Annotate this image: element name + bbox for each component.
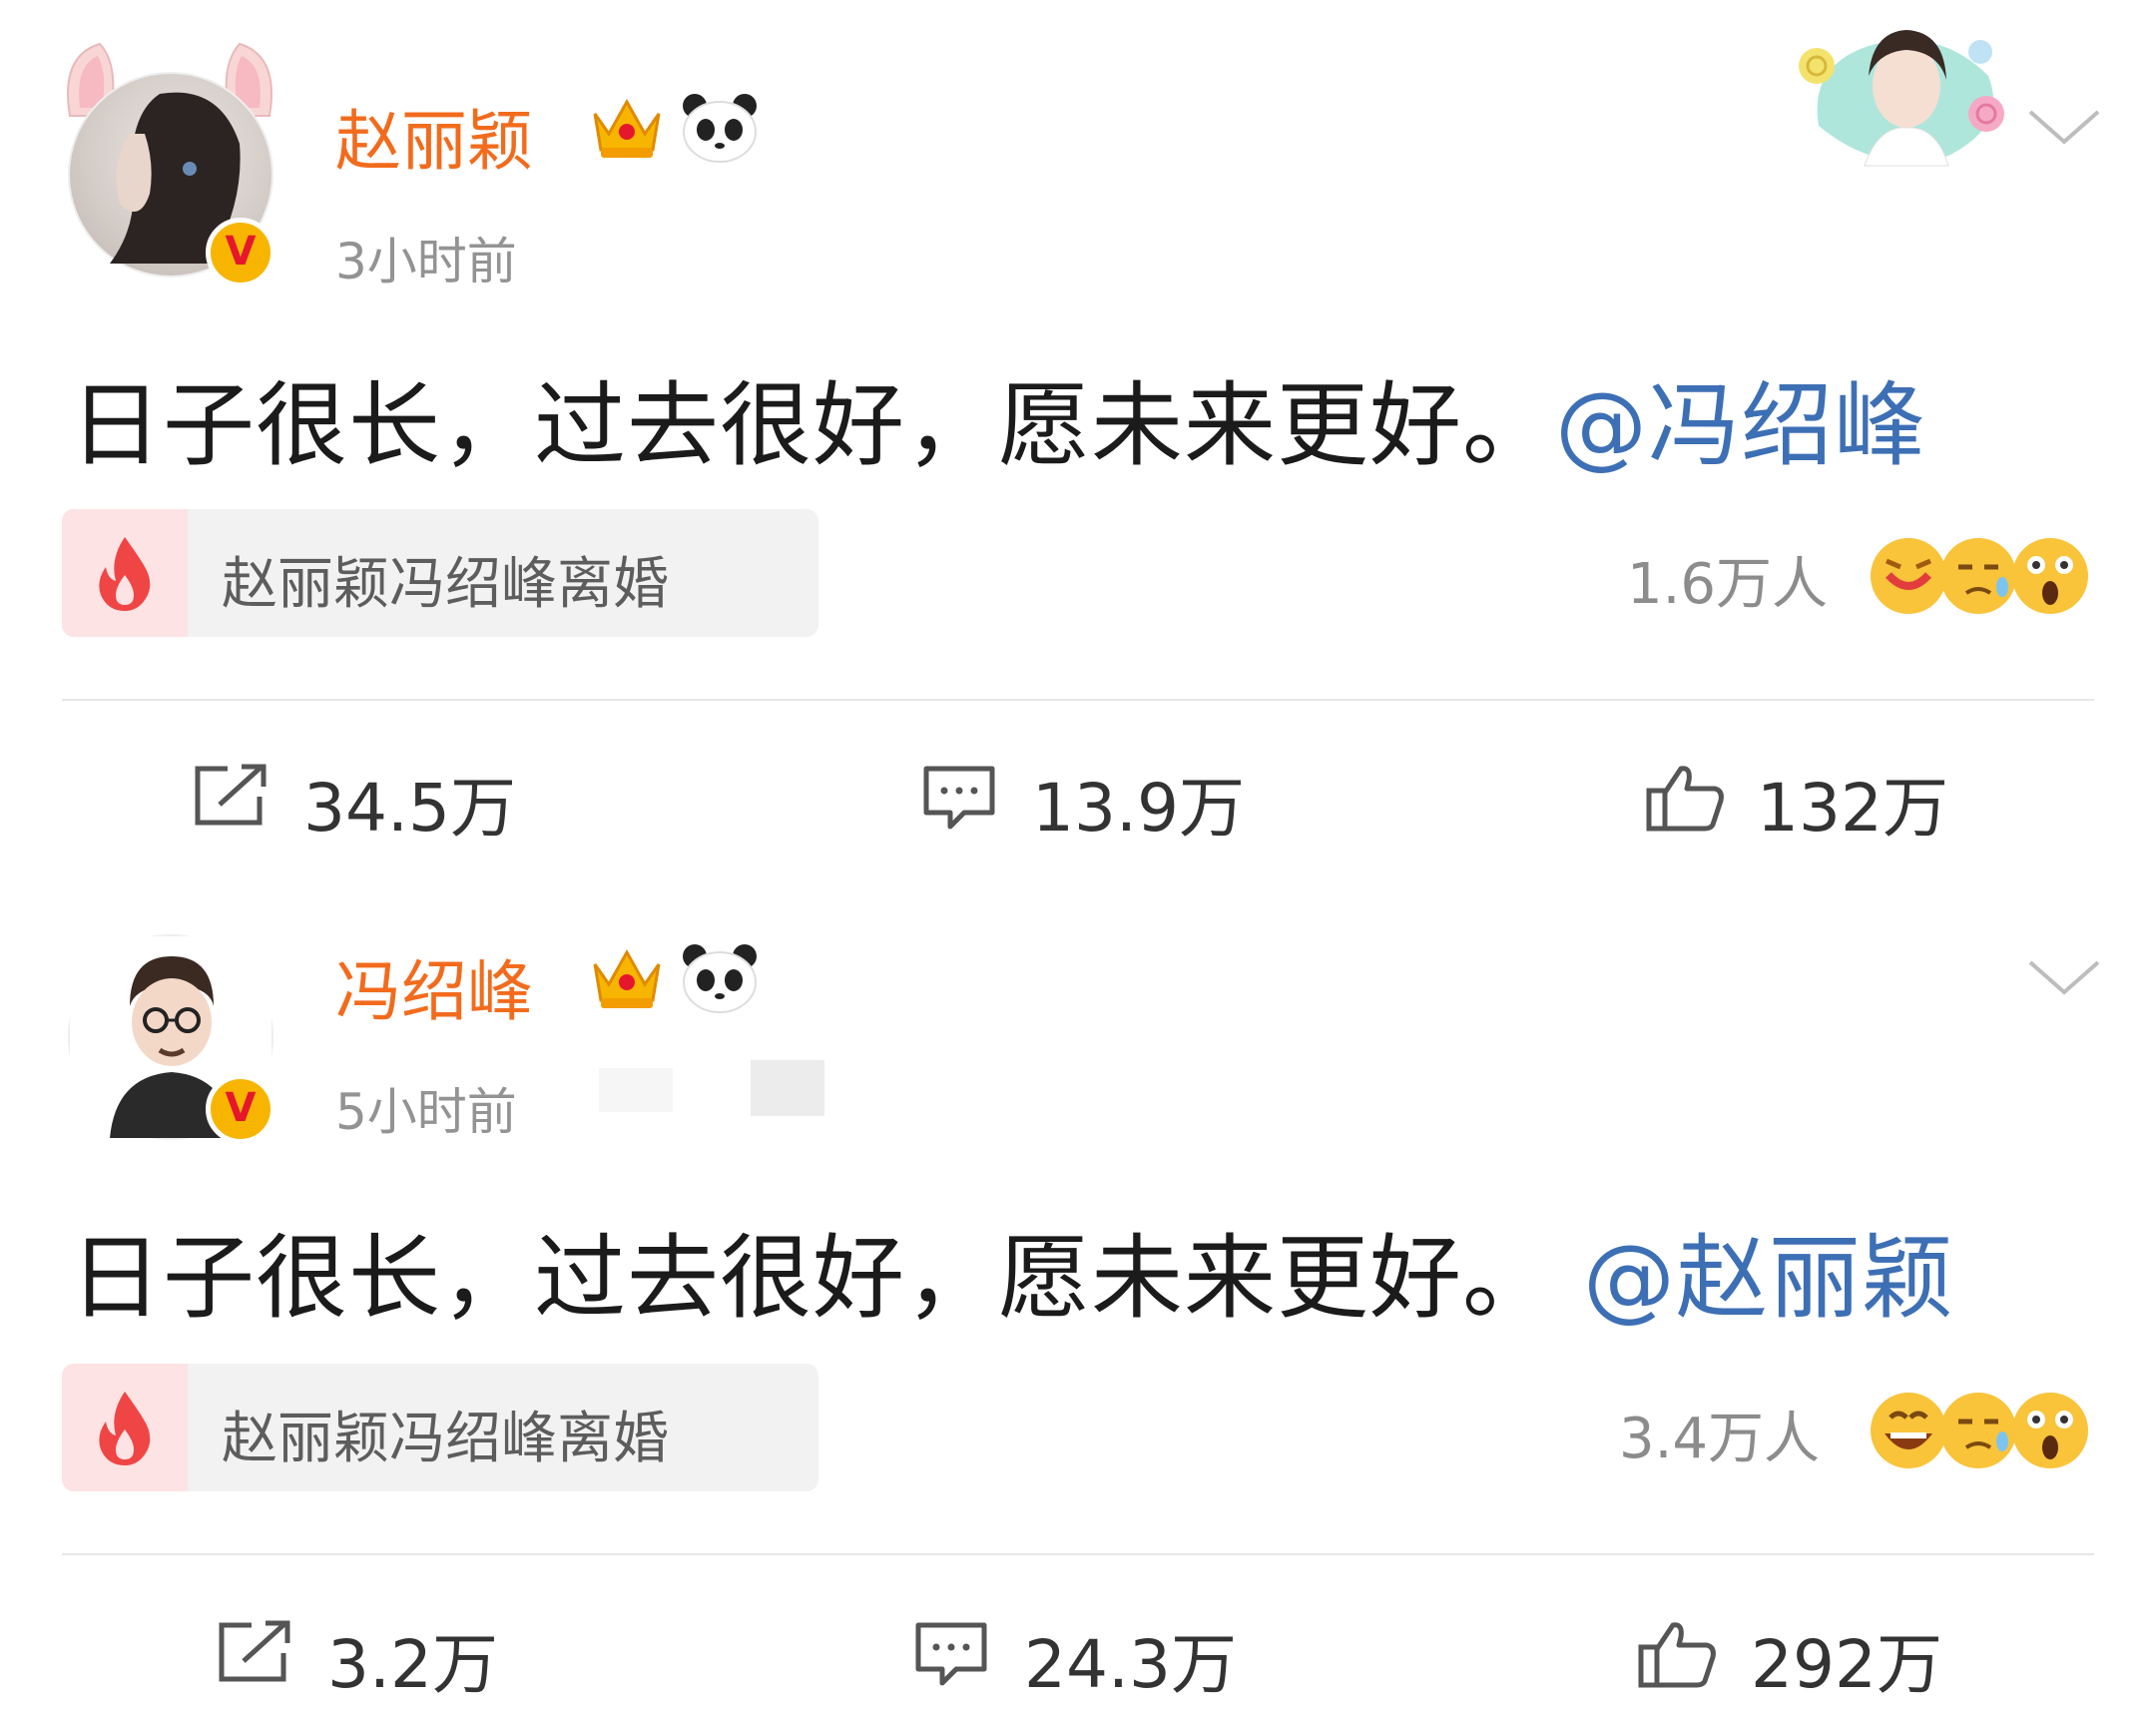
topic-card[interactable]: 赵丽颖冯绍峰离婚 <box>62 509 818 637</box>
repost-count: 34.5万 <box>303 770 516 847</box>
crown-icon <box>593 98 661 158</box>
mention-link[interactable]: @赵丽颖 <box>1583 1225 1954 1332</box>
post-text: 日子很长，过去很好，愿未来更好。 @赵丽颖 <box>70 1204 1954 1337</box>
post-text-body: 日子很长，过去很好，愿未来更好。 <box>70 1225 1556 1332</box>
chevron-down-icon[interactable] <box>2024 954 2104 1000</box>
chevron-down-icon[interactable] <box>2024 104 2104 150</box>
post-text-body: 日子很长，过去很好，愿未来更好。 <box>70 372 1556 479</box>
profile-card-decoration <box>1789 6 2018 182</box>
crown-icon <box>593 948 661 1008</box>
repost-count: 3.2万 <box>327 1626 498 1703</box>
fire-icon <box>99 1392 151 1465</box>
repost-icon <box>195 764 267 826</box>
author-name[interactable]: 冯绍峰 <box>335 938 533 1034</box>
verified-badge: V <box>206 218 275 287</box>
fire-badge <box>62 509 188 637</box>
reaction-emojis[interactable] <box>1867 1390 2092 1471</box>
like-icon <box>1638 1622 1716 1688</box>
reaction-emojis[interactable] <box>1867 535 2092 617</box>
like-count: 292万 <box>1751 1626 1942 1703</box>
verified-badge: V <box>206 1074 275 1144</box>
post-text: 日子很长，过去很好，愿未来更好。@冯绍峰 <box>70 351 1926 484</box>
weibo-post: V 赵丽颖 3小时前 日子很长，过去很好，愿未来更好。@冯绍峰 赵丽颖冯绍峰离婚… <box>0 0 2156 855</box>
topic-label: 赵丽颖冯绍峰离婚 <box>222 552 669 617</box>
repost-icon <box>219 1620 290 1682</box>
fire-badge <box>62 1364 188 1491</box>
comment-count: 13.9万 <box>1032 770 1245 847</box>
like-icon <box>1646 766 1724 832</box>
obscured-region <box>751 1060 824 1116</box>
weibo-post: V 冯绍峰 5小时前 日子很长，过去很好，愿未来更好。 @赵丽颖 赵丽颖冯绍峰离婚… <box>0 855 2156 1709</box>
divider <box>62 699 2094 701</box>
comment-count: 24.3万 <box>1024 1626 1237 1703</box>
topic-label: 赵丽颖冯绍峰离婚 <box>222 1407 669 1471</box>
post-time: 5小时前 <box>335 1083 517 1141</box>
reaction-count: 1.6万人 <box>1627 552 1829 617</box>
author-name[interactable]: 赵丽颖 <box>335 88 533 184</box>
like-count: 132万 <box>1757 770 1948 847</box>
panda-icon <box>683 944 757 1013</box>
fire-icon <box>99 537 151 611</box>
mention-link[interactable]: @冯绍峰 <box>1555 372 1926 479</box>
post-time: 3小时前 <box>335 233 517 290</box>
comment-icon <box>915 1622 987 1686</box>
topic-card[interactable]: 赵丽颖冯绍峰离婚 <box>62 1364 818 1491</box>
divider <box>62 1553 2094 1555</box>
panda-icon <box>683 94 757 163</box>
obscured-region <box>599 1068 673 1112</box>
reaction-count: 3.4万人 <box>1619 1407 1821 1471</box>
comment-icon <box>923 766 995 830</box>
